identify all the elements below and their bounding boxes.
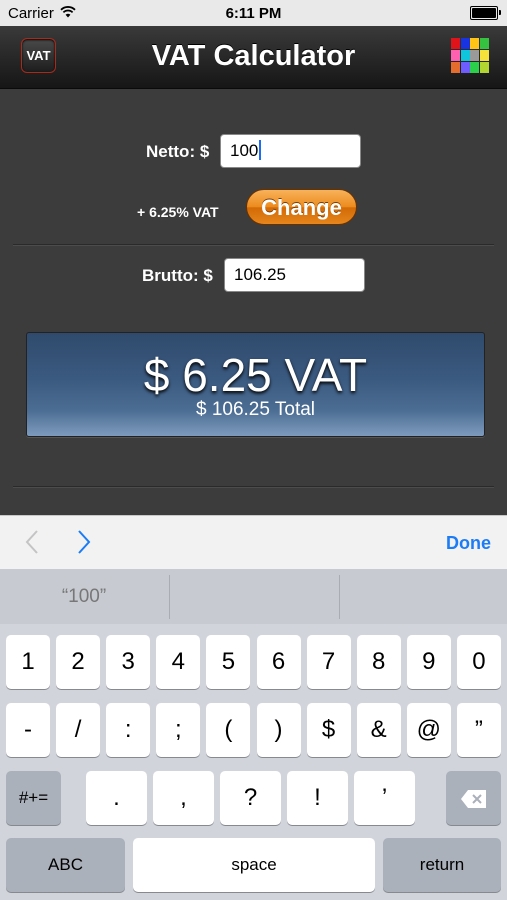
- key[interactable]: 5: [206, 635, 251, 689]
- calculator-panel: Netto: $ 100 + 6.25% VAT Change Brutto: …: [0, 89, 507, 515]
- key[interactable]: :: [106, 703, 151, 757]
- vat-rate-label: + 6.25% VAT: [137, 204, 219, 220]
- palette-swatch: [451, 62, 460, 73]
- abc-key[interactable]: ABC: [6, 838, 125, 892]
- suggestion-item[interactable]: “100”: [0, 569, 168, 624]
- palette-swatch: [479, 50, 489, 61]
- palette-swatch: [451, 38, 460, 49]
- key[interactable]: (: [206, 703, 251, 757]
- key[interactable]: !: [287, 771, 348, 825]
- key[interactable]: 3: [106, 635, 151, 689]
- suggestion-bar: “100”: [0, 569, 507, 624]
- brutto-input[interactable]: 106.25: [224, 258, 365, 292]
- text-cursor: [259, 140, 262, 160]
- key[interactable]: @: [406, 703, 451, 757]
- brutto-label: Brutto: $: [142, 266, 213, 285]
- palette-swatch: [479, 38, 489, 49]
- key[interactable]: 0: [456, 635, 501, 689]
- suggestion-item[interactable]: [170, 569, 338, 624]
- key[interactable]: 8: [356, 635, 401, 689]
- backspace-icon: [460, 790, 486, 808]
- key[interactable]: 2: [56, 635, 101, 689]
- palette-swatch: [470, 38, 479, 49]
- done-button[interactable]: Done: [446, 533, 491, 554]
- key[interactable]: ,: [153, 771, 214, 825]
- palette-swatch: [460, 62, 470, 73]
- palette-swatch: [460, 50, 470, 61]
- backspace-key[interactable]: [446, 771, 501, 825]
- palette-swatch: [460, 38, 470, 49]
- chevron-left-icon[interactable]: [24, 529, 40, 559]
- vat-amount: $ 6.25 VAT: [143, 349, 368, 401]
- return-key[interactable]: return: [383, 838, 501, 892]
- netto-value: 100: [230, 141, 259, 160]
- total-amount: $ 106.25 Total: [195, 399, 316, 420]
- palette-swatch: [470, 50, 479, 61]
- netto-input[interactable]: 100: [220, 134, 361, 168]
- key[interactable]: 1: [6, 635, 50, 689]
- key[interactable]: -: [6, 703, 50, 757]
- key[interactable]: ): [256, 703, 301, 757]
- page-title: VAT Calculator: [151, 40, 356, 72]
- battery-icon: [470, 6, 501, 20]
- netto-label: Netto: $: [146, 142, 210, 161]
- key[interactable]: ”: [456, 703, 501, 757]
- chevron-right-icon[interactable]: [76, 529, 92, 559]
- key[interactable]: 9: [406, 635, 451, 689]
- key[interactable]: 4: [156, 635, 201, 689]
- divider: [13, 486, 494, 488]
- nav-bar: VAT VAT Calculator: [0, 26, 507, 89]
- palette-swatch: [470, 62, 479, 73]
- key[interactable]: /: [56, 703, 101, 757]
- key[interactable]: 7: [306, 635, 351, 689]
- change-vat-button[interactable]: Change: [246, 189, 357, 225]
- divider: [13, 244, 494, 246]
- color-palette-icon[interactable]: [451, 38, 489, 75]
- palette-swatch: [451, 50, 460, 61]
- space-key[interactable]: space: [133, 838, 375, 892]
- suggestion-item[interactable]: [340, 569, 507, 624]
- key[interactable]: &: [356, 703, 401, 757]
- key[interactable]: 6: [256, 635, 301, 689]
- palette-swatch: [479, 62, 489, 73]
- key[interactable]: $: [306, 703, 351, 757]
- more-symbols-key[interactable]: #+=: [6, 771, 61, 825]
- status-bar: Carrier 6:11 PM: [0, 0, 507, 26]
- key[interactable]: ;: [156, 703, 201, 757]
- keyboard-accessory-bar: Done: [0, 515, 507, 570]
- result-panel: $ 6.25 VAT $ 106.25 Total: [26, 332, 485, 437]
- clock: 6:11 PM: [225, 5, 282, 22]
- keyboard: “100” 1234567890 - /:;() $ & @” #+= .,?!’ AB…: [0, 569, 507, 900]
- key[interactable]: ’: [354, 771, 415, 825]
- key[interactable]: .: [86, 771, 147, 825]
- key[interactable]: ?: [220, 771, 281, 825]
